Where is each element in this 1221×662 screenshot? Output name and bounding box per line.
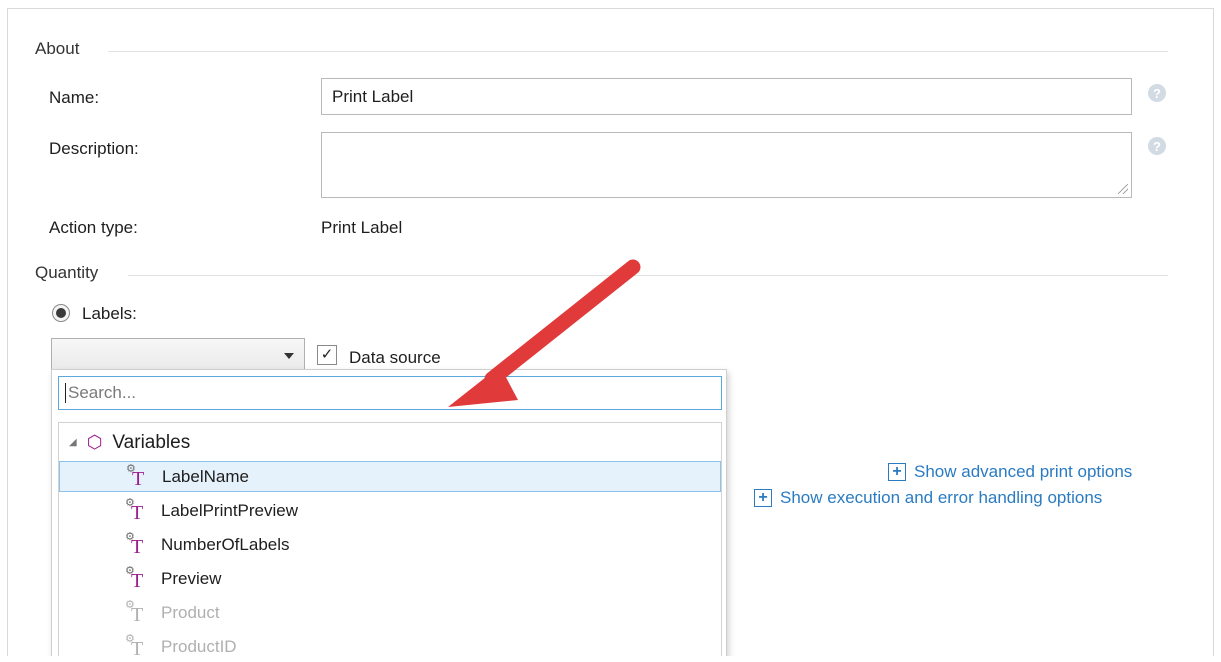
arrow-shaft (484, 259, 641, 387)
annotation-arrow-overlay (448, 259, 641, 407)
action-properties-panel: About Name: Print Label ? Description: ?… (7, 8, 1214, 656)
